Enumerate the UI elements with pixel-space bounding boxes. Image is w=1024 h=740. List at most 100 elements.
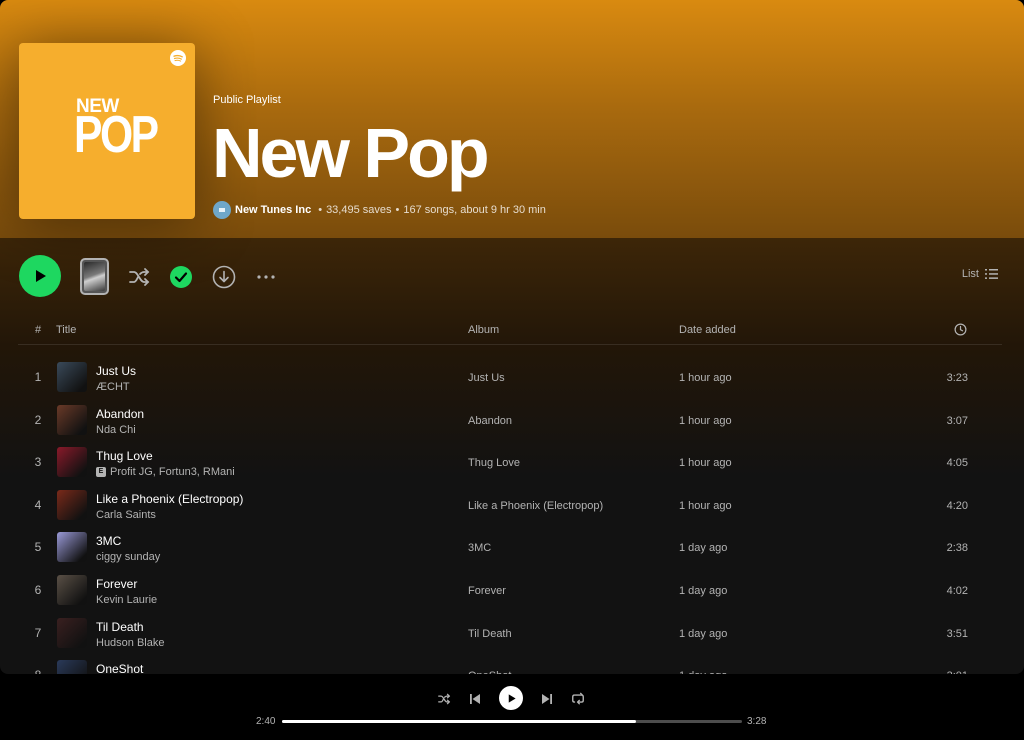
- skip-forward-icon: [542, 694, 552, 704]
- saved-check-icon: [170, 266, 192, 288]
- shuffle-button[interactable]: [126, 264, 152, 290]
- track-row[interactable]: 1 Just Us ÆCHT Just Us 1 hour ago 3:23: [18, 356, 1002, 398]
- track-number: 1: [34, 370, 42, 384]
- owner-avatar[interactable]: [213, 201, 231, 219]
- track-artist-line: ciggy sunday: [96, 551, 160, 563]
- meta-separator: •: [395, 204, 400, 216]
- track-duration: 2:38: [946, 542, 968, 555]
- next-button[interactable]: [535, 687, 559, 711]
- track-album[interactable]: 3MC: [468, 542, 491, 554]
- explicit-badge: E: [96, 467, 106, 478]
- playlist-meta: New Tunes Inc • 33,495 saves • 167 songs…: [213, 201, 546, 219]
- track-album[interactable]: Abandon: [468, 415, 512, 427]
- track-artist-line: Nda Chi: [96, 424, 136, 436]
- track-album[interactable]: Til Death: [468, 628, 512, 640]
- track-date-added: 1 day ago: [679, 627, 728, 640]
- track-title[interactable]: 3MC: [96, 534, 121, 548]
- track-artist[interactable]: Profit JG, Fortun3, RMani: [110, 466, 235, 478]
- column-title[interactable]: Title: [56, 324, 76, 336]
- preview-thumbnail-button[interactable]: [80, 258, 109, 295]
- track-artwork: [57, 575, 87, 605]
- more-options-button[interactable]: [253, 264, 279, 290]
- shuffle-icon: [438, 693, 451, 705]
- play-icon: [36, 270, 46, 282]
- track-artist[interactable]: Nda Chi: [96, 424, 136, 436]
- track-artist[interactable]: Carla Saints: [96, 509, 156, 521]
- track-artist-line: E Profit JG, Fortun3, RMani: [96, 466, 235, 478]
- owner-link[interactable]: New Tunes Inc: [235, 204, 311, 216]
- skip-back-icon: [470, 694, 480, 704]
- track-artwork: [57, 489, 87, 520]
- track-album[interactable]: Just Us: [468, 372, 505, 384]
- track-artist[interactable]: Kevin Laurie: [96, 594, 157, 606]
- track-album[interactable]: Thug Love: [468, 457, 520, 469]
- track-artwork: [57, 532, 87, 563]
- progress-bar[interactable]: [282, 720, 742, 723]
- track-date-added: 1 hour ago: [679, 457, 732, 470]
- shuffle-toggle-button[interactable]: [432, 687, 456, 711]
- download-icon: [212, 265, 236, 289]
- track-row[interactable]: 2 Abandon Nda Chi Abandon 1 hour ago 3:07: [18, 399, 1002, 441]
- songs-duration: 167 songs, about 9 hr 30 min: [403, 204, 546, 216]
- track-title[interactable]: Thug Love: [96, 449, 153, 463]
- elapsed-time: 2:40: [256, 716, 276, 727]
- view-label: List: [961, 268, 979, 280]
- track-artist[interactable]: ciggy sunday: [96, 551, 160, 563]
- play-button[interactable]: [19, 255, 61, 297]
- track-title[interactable]: Forever: [96, 577, 137, 591]
- repeat-button[interactable]: [566, 687, 590, 711]
- track-artist[interactable]: ÆCHT: [96, 381, 130, 393]
- playback-bar: 2:40 3:28: [0, 674, 1024, 740]
- playlist-view: NEW POP Public Playlist New Pop New Tune…: [0, 0, 1024, 674]
- track-artwork: [57, 362, 87, 392]
- track-row[interactable]: 7 Til Death Hudson Blake Til Death 1 day ago…: [18, 612, 1002, 654]
- tracklist-header: # Title Album Date added: [18, 320, 1002, 345]
- repeat-icon: [572, 692, 584, 705]
- track-duration: 4:05: [946, 457, 968, 470]
- track-album[interactable]: Like a Phoenix (Electropop): [468, 500, 603, 512]
- track-date-added: 1 day ago: [679, 585, 728, 597]
- track-number: 5: [34, 540, 42, 555]
- track-row[interactable]: 4 Like a Phoenix (Electropop) Carla Saints…: [18, 484, 1002, 526]
- playlist-type-label: Public Playlist: [213, 94, 281, 106]
- track-duration: 3:51: [946, 627, 968, 640]
- track-duration: 3:07: [946, 414, 968, 427]
- download-button[interactable]: [211, 264, 237, 290]
- meta-separator: •: [318, 204, 323, 216]
- track-date-added: 1 day ago: [679, 542, 728, 555]
- more-options-icon: [257, 275, 275, 279]
- play-icon: [508, 693, 516, 703]
- track-title[interactable]: Just Us: [96, 364, 136, 378]
- track-number: 2: [34, 412, 42, 427]
- track-row[interactable]: 6 Forever Kevin Laurie Forever 1 day ago 4:02: [18, 569, 1002, 611]
- track-date-added: 1 hour ago: [679, 372, 732, 384]
- column-album[interactable]: Album: [468, 324, 499, 336]
- track-title[interactable]: Like a Phoenix (Electropop): [96, 492, 243, 506]
- column-duration[interactable]: [954, 323, 967, 339]
- track-title[interactable]: Til Death: [96, 620, 144, 634]
- track-number: 7: [34, 625, 42, 640]
- view-toggle[interactable]: List: [962, 268, 998, 280]
- saved-button[interactable]: [168, 264, 194, 290]
- shuffle-icon: [129, 268, 150, 286]
- track-title[interactable]: Abandon: [96, 407, 144, 421]
- track-title[interactable]: OneShot: [96, 662, 143, 674]
- track-artwork: [57, 617, 87, 648]
- previous-button[interactable]: [463, 687, 487, 711]
- track-album[interactable]: Forever: [468, 585, 506, 597]
- track-artwork: [57, 660, 87, 674]
- track-row[interactable]: 8OneShotOneShot1 day ago3:01: [18, 654, 1002, 674]
- column-date-added[interactable]: Date added: [679, 324, 736, 336]
- column-number: #: [35, 324, 42, 336]
- play-pause-button[interactable]: [499, 686, 523, 710]
- clock-icon: [954, 323, 967, 336]
- track-row[interactable]: 5 3MC ciggy sunday 3MC 1 day ago 2:38: [18, 526, 1002, 568]
- track-number: 3: [34, 455, 42, 470]
- track-duration: 3:23: [946, 372, 968, 384]
- track-row[interactable]: 3 Thug Love E Profit JG, Fortun3, RMani Thug…: [18, 441, 1002, 483]
- track-artist-line: Kevin Laurie: [96, 594, 157, 606]
- track-artist-line: Carla Saints: [96, 509, 156, 521]
- track-artist[interactable]: Hudson Blake: [96, 637, 165, 649]
- track-date-added: 1 hour ago: [679, 499, 732, 512]
- total-time: 3:28: [747, 716, 767, 727]
